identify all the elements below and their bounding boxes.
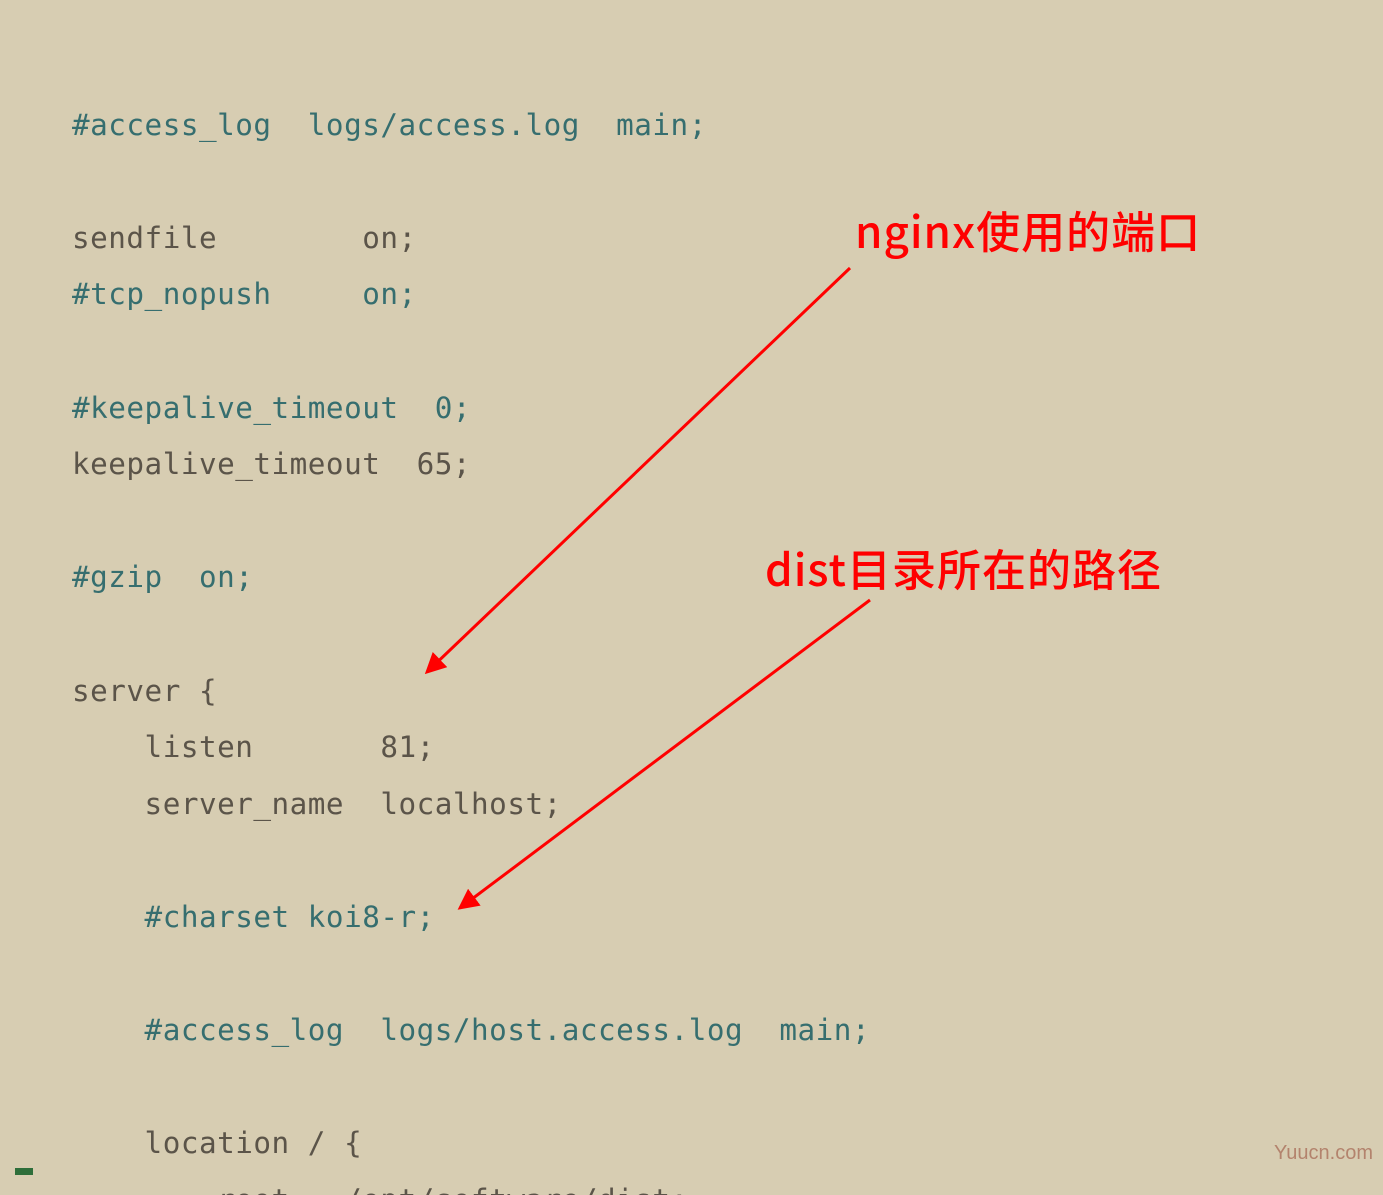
code-line: #access_log logs/host.access.log main; (72, 1013, 870, 1047)
code-line: server { (72, 674, 217, 708)
cursor-indicator (15, 1168, 33, 1175)
code-line: sendfile on; (72, 221, 417, 255)
code-line: #access_log logs/access.log main; (72, 108, 707, 142)
code-line: keepalive_timeout 65; (72, 447, 471, 481)
code-line: #gzip on; (72, 560, 253, 594)
code-line: root /opt/software/dist; (72, 1183, 689, 1195)
code-line: #keepalive_timeout 0; (72, 391, 471, 425)
code-line: server_name localhost; (72, 787, 562, 821)
code-line: listen 81; (72, 730, 435, 764)
code-line: location / { (72, 1126, 362, 1160)
annotation-port: nginx使用的端口 (855, 197, 1201, 261)
annotation-dist: dist目录所在的路径 (765, 535, 1162, 599)
watermark-text: Yuucn.com (1274, 1142, 1373, 1165)
code-line: #tcp_nopush on; (72, 277, 417, 311)
code-line: #charset koi8-r; (72, 900, 435, 934)
